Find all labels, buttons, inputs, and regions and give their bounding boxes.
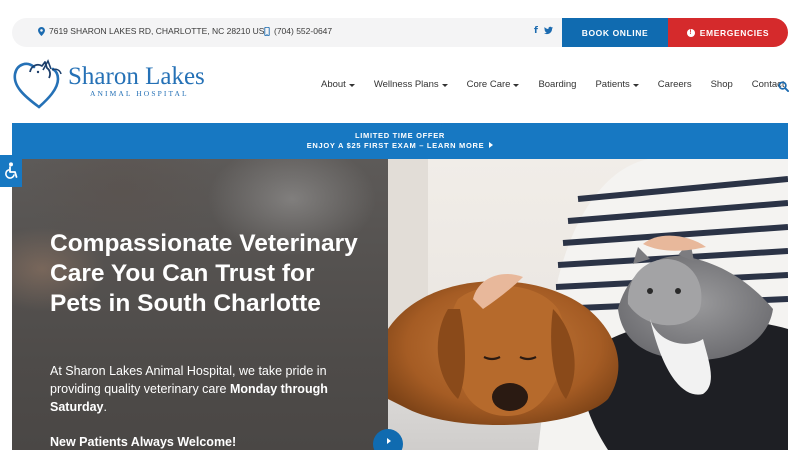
- hero: Compassionate Veterinary Care You Can Tr…: [12, 159, 788, 450]
- hero-cta: New Patients Always Welcome!: [50, 435, 237, 449]
- map-pin-icon: [38, 26, 45, 36]
- caret-down-icon: [513, 83, 520, 87]
- search-icon[interactable]: [778, 81, 789, 92]
- logo-name: Sharon Lakes: [68, 63, 205, 90]
- main-nav: About Wellness Plans Core Care Boarding …: [321, 79, 785, 90]
- hero-photo-dog-and-cat: [388, 159, 788, 450]
- nav-item-patients[interactable]: Patients: [595, 79, 639, 90]
- promo-line-2: ENJOY A $25 FIRST EXAM – LEARN MORE: [12, 141, 788, 150]
- emergencies-button[interactable]: ! EMERGENCIES: [668, 18, 788, 47]
- top-bar: 7619 SHARON LAKES RD, CHARLOTTE, NC 2821…: [12, 18, 788, 47]
- caret-down-icon: [441, 83, 448, 87]
- chevron-right-icon: [387, 438, 391, 444]
- hero-title: Compassionate Veterinary Care You Can Tr…: [50, 230, 358, 317]
- address-text: 7619 SHARON LAKES RD, CHARLOTTE, NC 2821…: [49, 26, 265, 36]
- promo-line-1: LIMITED TIME OFFER: [354, 131, 446, 140]
- nav-item-label: About: [321, 79, 346, 90]
- nav-item-label: Careers: [657, 79, 692, 90]
- nav-item-label: Core Care: [466, 79, 511, 90]
- book-online-label: BOOK ONLINE: [581, 27, 649, 38]
- facebook-icon[interactable]: f: [534, 26, 538, 36]
- promo-link-text: ENJOY A $25 FIRST EXAM – LEARN MORE: [306, 141, 485, 150]
- social-links: f: [534, 26, 553, 36]
- promo-banner[interactable]: LIMITED TIME OFFER ENJOY A $25 FIRST EXA…: [12, 123, 788, 159]
- accessibility-button[interactable]: [0, 155, 22, 187]
- nav-item-label: Shop: [710, 79, 733, 90]
- nav-item-label: Patients: [595, 79, 630, 90]
- book-online-button[interactable]: BOOK ONLINE: [562, 18, 668, 47]
- nav-item-core-care[interactable]: Core Care: [467, 79, 520, 90]
- hero-text: At Sharon Lakes Animal Hospital, we take…: [50, 362, 350, 416]
- phone-icon: [264, 26, 270, 36]
- exclamation-icon: !: [686, 28, 695, 37]
- emergencies-label: EMERGENCIES: [699, 27, 770, 38]
- nav-item-boarding[interactable]: Boarding: [538, 79, 576, 90]
- nav-item-about[interactable]: About: [321, 79, 355, 90]
- accessibility-icon: [5, 162, 18, 179]
- logo-subtitle: ANIMAL HOSPITAL: [90, 89, 189, 98]
- phone[interactable]: (704) 552-0647: [264, 26, 332, 36]
- nav-item-careers[interactable]: Careers: [658, 79, 692, 90]
- caret-right-icon: [489, 142, 494, 148]
- nav-item-shop[interactable]: Shop: [711, 79, 733, 90]
- logo[interactable]: Sharon Lakes ANIMAL HOSPITAL: [12, 58, 212, 110]
- phone-text: (704) 552-0647: [274, 26, 333, 36]
- caret-down-icon: [632, 83, 639, 87]
- heart-pet-logo-icon: [13, 59, 62, 109]
- hero-text-end: .: [103, 400, 107, 414]
- nav-item-label: Wellness Plans: [373, 79, 439, 90]
- nav-item-wellness-plans[interactable]: Wellness Plans: [374, 79, 448, 90]
- address[interactable]: 7619 SHARON LAKES RD, CHARLOTTE, NC 2821…: [38, 26, 264, 36]
- nav-item-label: Boarding: [538, 79, 577, 90]
- caret-down-icon: [348, 83, 355, 87]
- twitter-icon[interactable]: [543, 26, 553, 35]
